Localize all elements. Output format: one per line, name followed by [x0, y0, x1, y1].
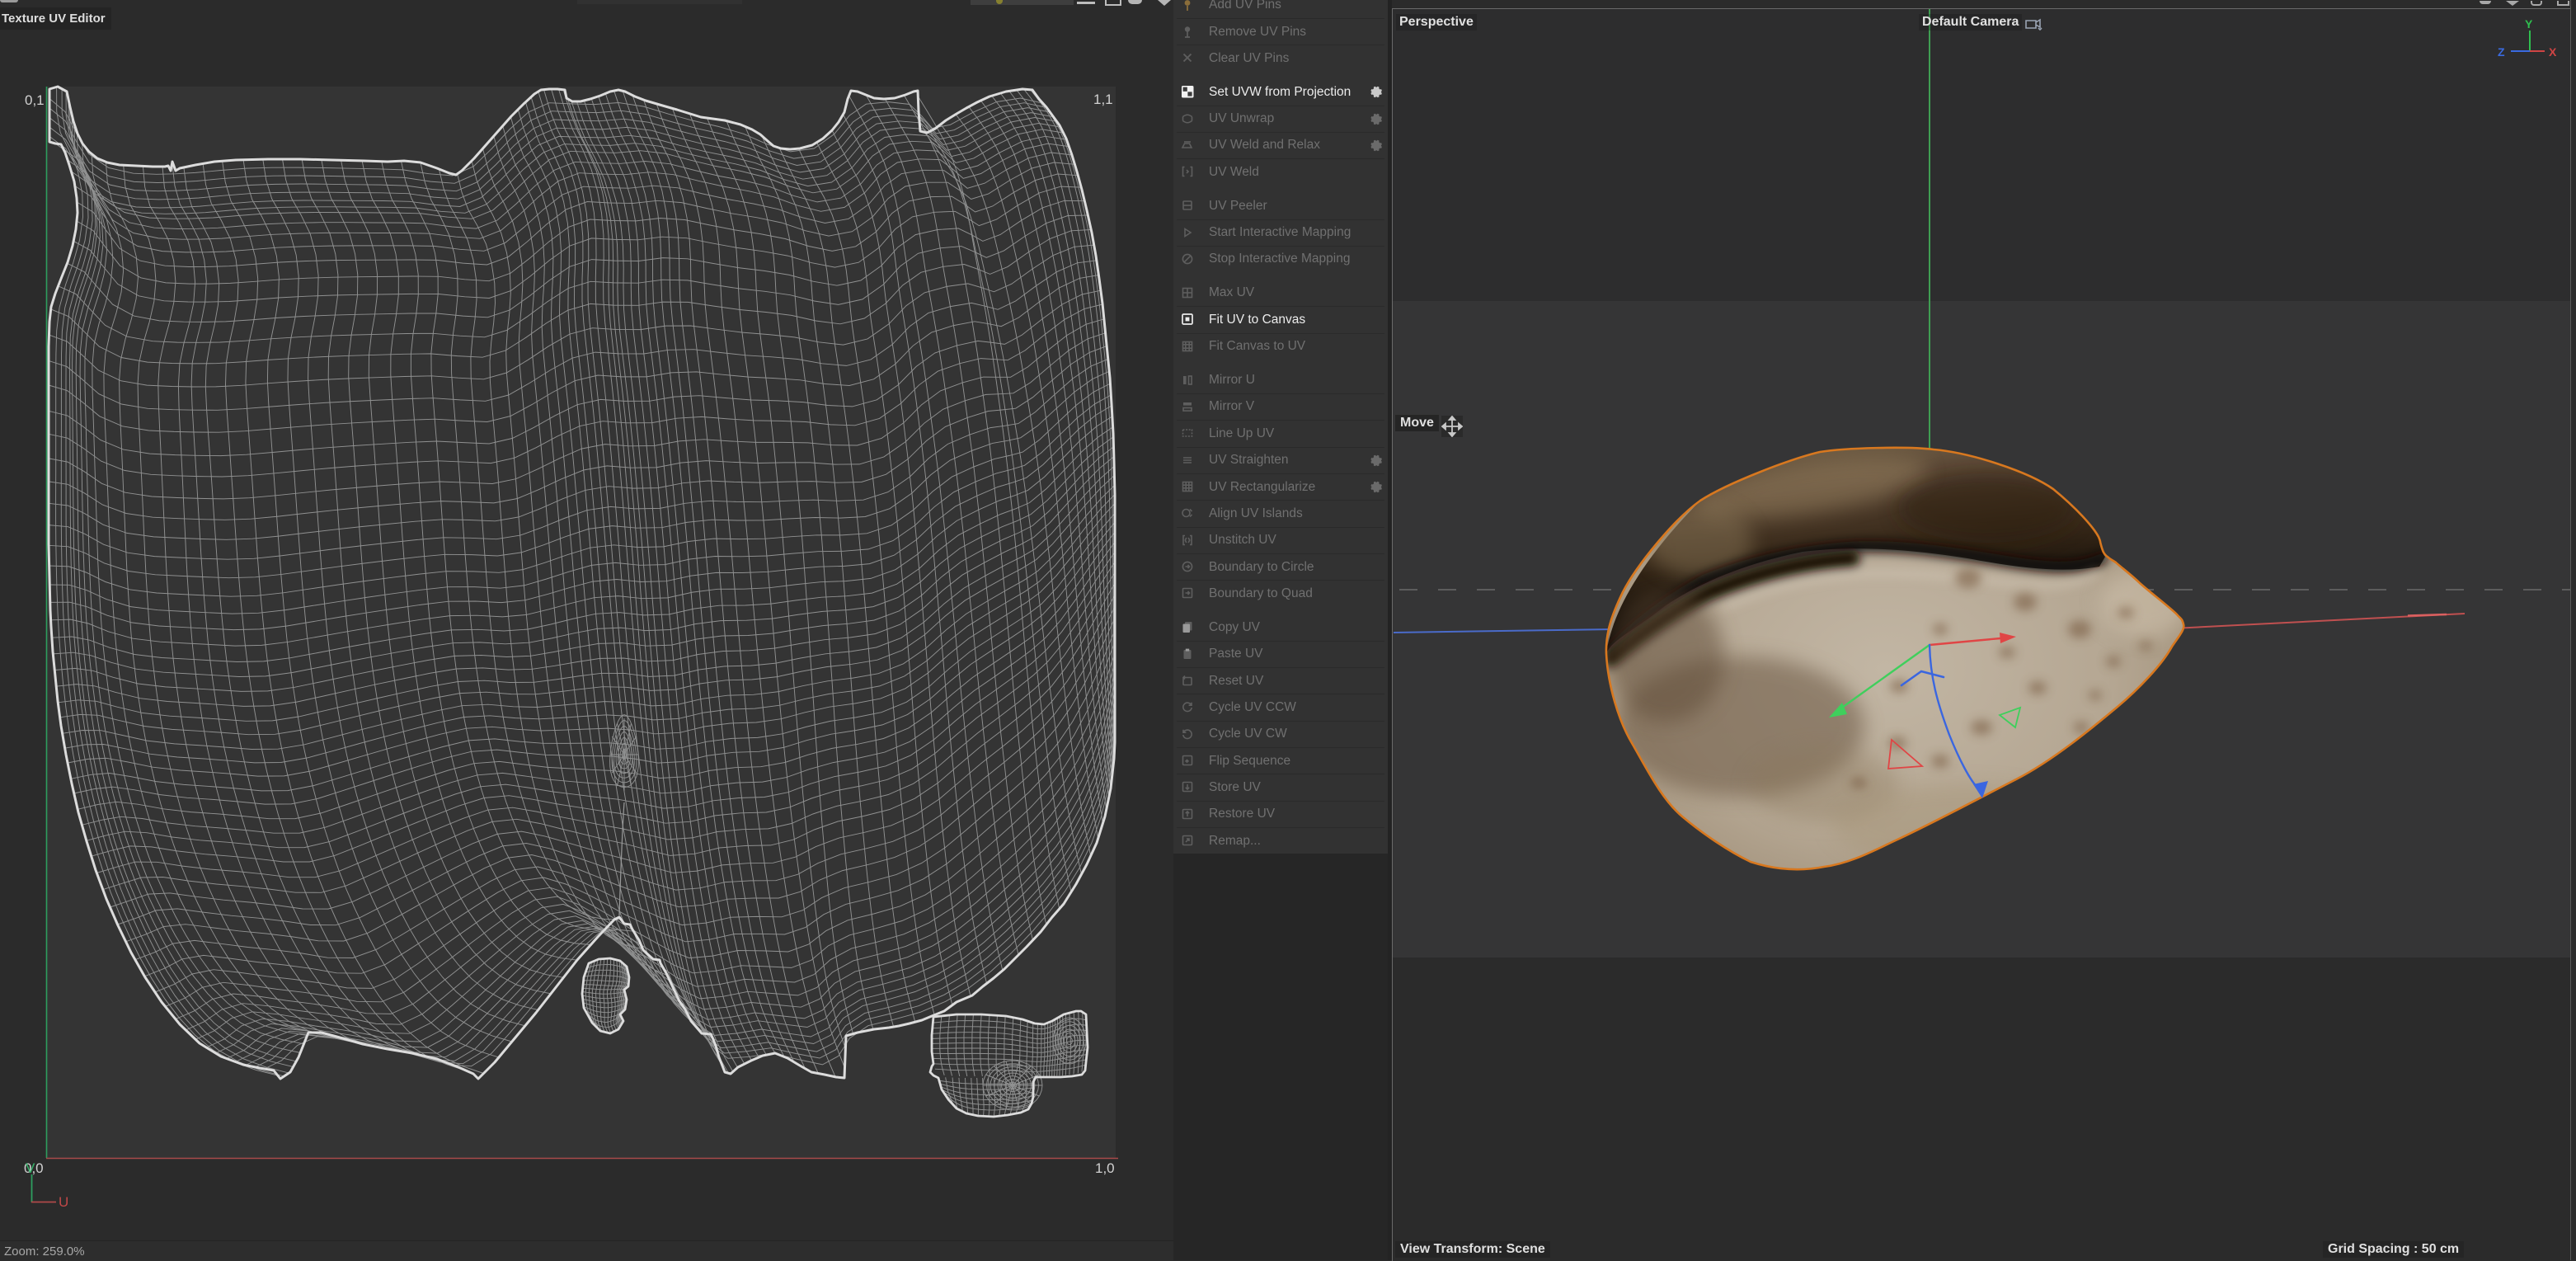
svg-text:Y: Y [2525, 17, 2533, 31]
svg-text:X: X [2549, 45, 2557, 59]
svg-text:Z: Z [2498, 45, 2505, 59]
